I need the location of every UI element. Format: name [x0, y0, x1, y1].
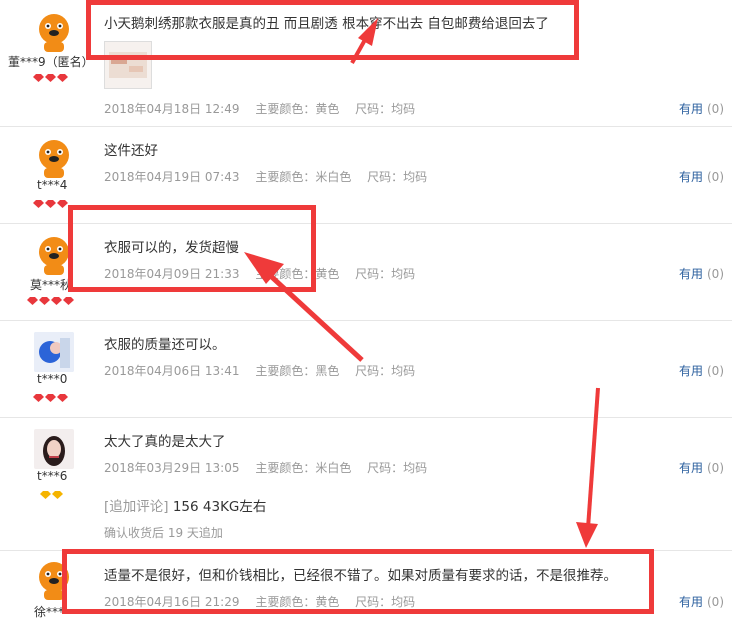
size-option: 尺码：均码 [355, 102, 416, 116]
color-option: 主要颜色：黄色 [255, 102, 340, 116]
yellow-diamond-icon [40, 491, 51, 499]
review-text: 太大了真的是太大了 [104, 434, 226, 450]
buyer-level [40, 491, 63, 499]
useful-button[interactable]: 有用 [679, 461, 703, 475]
avatar[interactable] [34, 12, 74, 52]
username[interactable]: 徐*** [34, 603, 64, 620]
useful-button[interactable]: 有用 [679, 364, 703, 378]
appended-review: [追加评论] 156 43KG左右 [104, 495, 266, 515]
review-date: 2018年03月29日 13:05 [104, 461, 240, 475]
red-diamond-icon [57, 74, 68, 82]
useful-vote: 有用 (0) [679, 459, 724, 476]
useful-count: (0) [707, 267, 724, 281]
user-photo-icon [34, 429, 74, 469]
red-diamond-icon [27, 297, 38, 305]
size-option: 尺码：均码 [355, 364, 416, 378]
red-diamond-icon [63, 297, 74, 305]
useful-count: (0) [707, 170, 724, 184]
review-row: t***0 衣服的质量还可以。 2018年04月06日 13:41 主要颜色：黑… [0, 320, 732, 418]
highlight-box [86, 0, 579, 60]
append-label: [追加评论] [104, 499, 169, 515]
username[interactable]: 莫***秋 [30, 276, 72, 293]
useful-button[interactable]: 有用 [679, 267, 703, 281]
useful-count: (0) [707, 102, 724, 116]
red-diamond-icon [33, 74, 44, 82]
useful-vote: 有用 (0) [679, 362, 724, 379]
red-diamond-icon [57, 200, 68, 208]
useful-button[interactable]: 有用 [679, 170, 703, 184]
highlight-box [68, 205, 316, 292]
size-option: 尺码：均码 [367, 461, 428, 475]
buyer-level [33, 200, 68, 208]
review-meta: 2018年03月29日 13:05 主要颜色：米白色 尺码：均码 [104, 459, 439, 476]
review-meta: 2018年04月06日 13:41 主要颜色：黑色 尺码：均码 [104, 362, 427, 379]
useful-vote: 有用 (0) [679, 168, 724, 185]
review-date: 2018年04月06日 13:41 [104, 364, 240, 378]
useful-button[interactable]: 有用 [679, 102, 703, 116]
review-row: t***6 太大了真的是太大了 2018年03月29日 13:05 主要颜色：米… [0, 417, 732, 551]
useful-count: (0) [707, 595, 724, 609]
red-diamond-icon [33, 200, 44, 208]
useful-vote: 有用 (0) [679, 100, 724, 117]
red-diamond-icon [45, 74, 56, 82]
color-option: 主要颜色：米白色 [255, 170, 352, 184]
red-diamond-icon [45, 394, 56, 402]
red-diamond-icon [33, 394, 44, 402]
user-photo-icon [34, 332, 74, 372]
append-time: 确认收货后 19 天追加 [104, 526, 223, 540]
red-diamond-icon [51, 297, 62, 305]
buyer-level [33, 74, 68, 82]
username[interactable]: t***0 [37, 372, 67, 386]
useful-vote: 有用 (0) [679, 265, 724, 282]
size-option: 尺码：均码 [367, 170, 428, 184]
color-option: 主要颜色：黑色 [255, 364, 340, 378]
penguin-avatar-icon [39, 14, 69, 52]
red-diamond-icon [57, 394, 68, 402]
avatar[interactable] [34, 429, 74, 469]
yellow-diamond-icon [52, 491, 63, 499]
username[interactable]: 董***9（匿名） [8, 53, 94, 70]
buyer-level [33, 394, 68, 402]
review-date: 2018年04月18日 12:49 [104, 102, 240, 116]
review-date: 2018年04月19日 07:43 [104, 170, 240, 184]
useful-vote: 有用 (0) [679, 593, 724, 610]
review-meta: 2018年04月18日 12:49 主要颜色：黄色 尺码：均码 [104, 100, 427, 117]
avatar[interactable] [34, 138, 74, 178]
review-text: 这件还好 [104, 143, 158, 159]
username[interactable]: t***4 [37, 178, 67, 192]
highlight-box [62, 549, 654, 614]
buyer-level [27, 297, 74, 305]
useful-count: (0) [707, 461, 724, 475]
color-option: 主要颜色：米白色 [255, 461, 352, 475]
size-option: 尺码：均码 [355, 267, 416, 281]
review-text: 衣服的质量还可以。 [104, 337, 226, 353]
penguin-avatar-icon [39, 140, 69, 178]
avatar[interactable] [34, 332, 74, 372]
red-diamond-icon [39, 297, 50, 305]
append-text: 156 43KG左右 [172, 499, 267, 515]
review-meta: 2018年04月19日 07:43 主要颜色：米白色 尺码：均码 [104, 168, 439, 185]
useful-button[interactable]: 有用 [679, 595, 703, 609]
username[interactable]: t***6 [37, 469, 67, 483]
useful-count: (0) [707, 364, 724, 378]
red-diamond-icon [45, 200, 56, 208]
